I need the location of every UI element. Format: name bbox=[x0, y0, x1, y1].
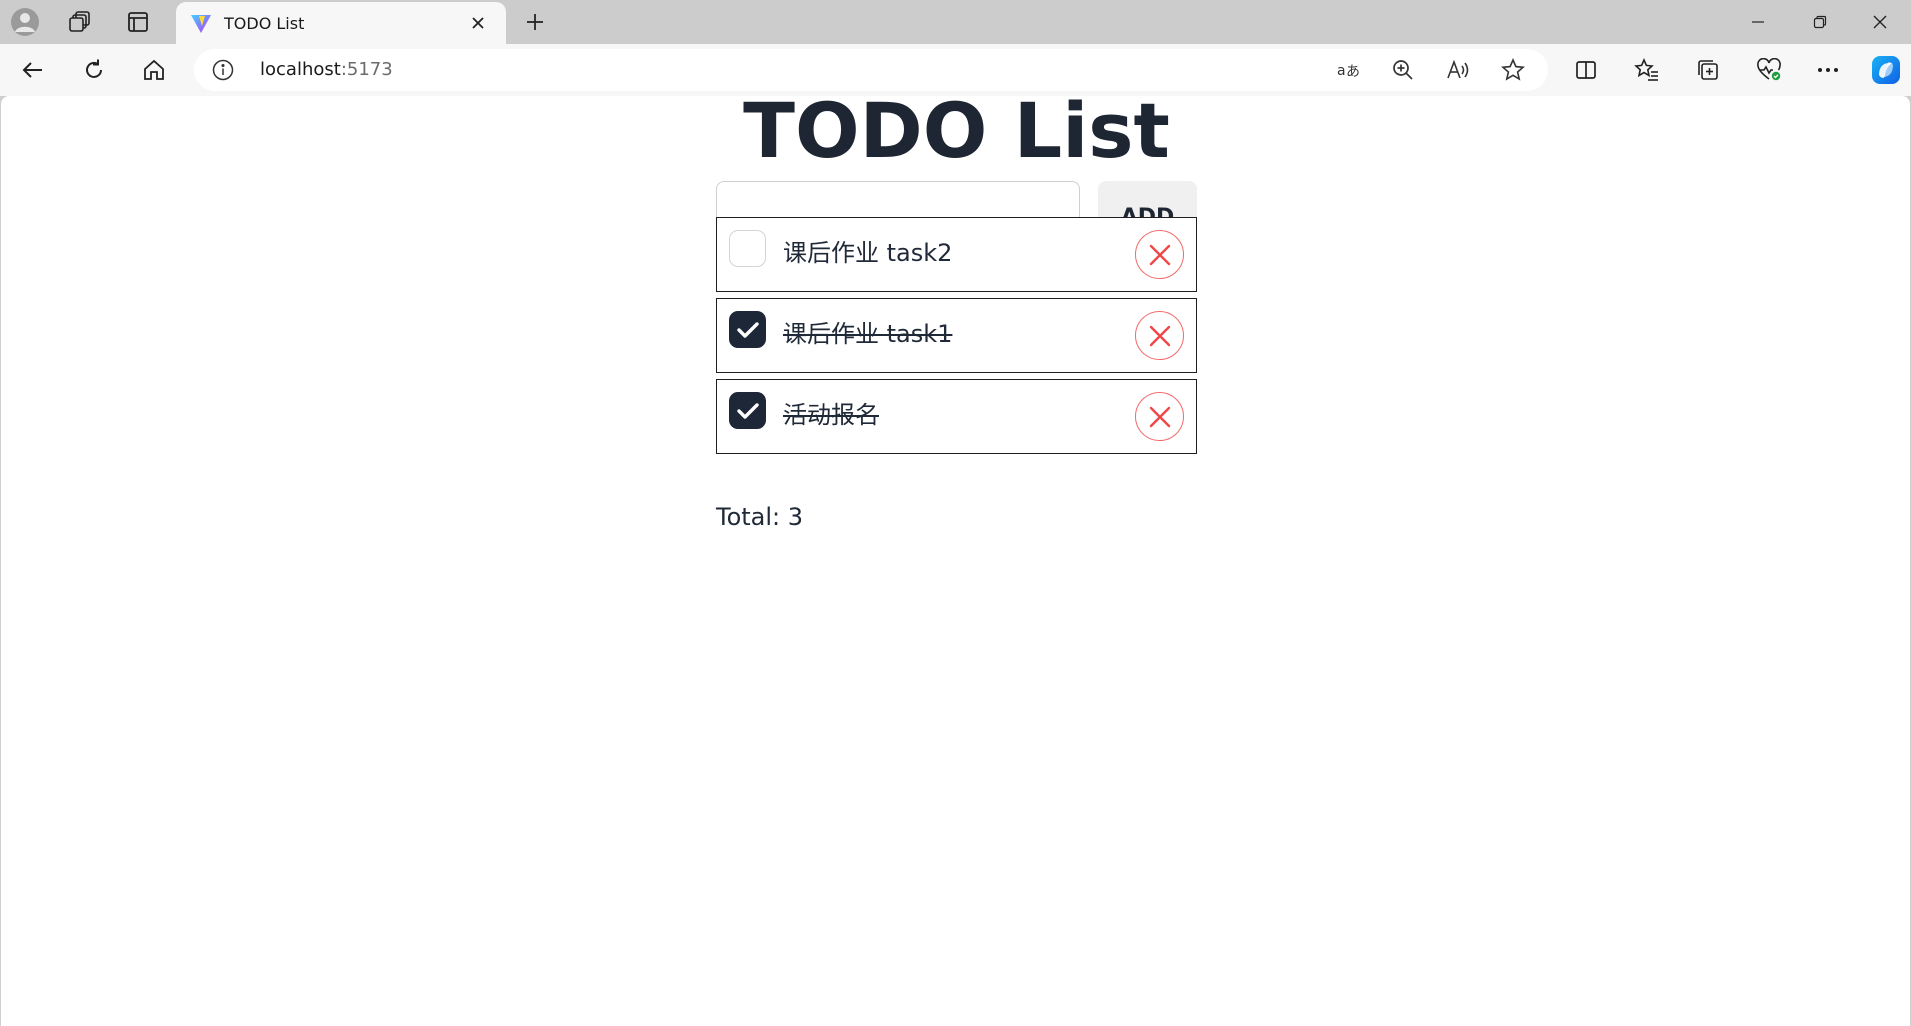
new-tab-button[interactable] bbox=[516, 5, 554, 39]
profile-button[interactable] bbox=[3, 5, 47, 39]
star-icon bbox=[1501, 58, 1525, 81]
checkmark-icon bbox=[736, 402, 759, 419]
zoom-button[interactable] bbox=[1386, 55, 1420, 85]
active-tab[interactable]: TODO List bbox=[176, 2, 506, 44]
svg-text:a: a bbox=[1337, 63, 1346, 79]
restore-icon bbox=[1813, 15, 1827, 29]
delete-todo-button[interactable] bbox=[1135, 230, 1184, 279]
page-title: TODO List bbox=[743, 86, 1170, 175]
restore-button[interactable] bbox=[1789, 0, 1851, 44]
split-screen-button[interactable] bbox=[1566, 51, 1606, 89]
workspaces-button[interactable] bbox=[58, 5, 102, 39]
page-viewport: TODO List ADD 课后作业 task2 课后作业 task1 bbox=[1, 86, 1910, 1026]
tab-actions-icon bbox=[128, 12, 148, 32]
read-aloud-icon bbox=[1447, 59, 1469, 79]
total-count: Total: 3 bbox=[716, 503, 804, 531]
close-window-icon bbox=[1873, 15, 1887, 29]
todo-text: 课后作业 task2 bbox=[783, 239, 953, 267]
minimize-icon bbox=[1752, 21, 1764, 23]
site-info-icon[interactable] bbox=[212, 59, 234, 81]
workspaces-icon bbox=[69, 11, 90, 32]
zoom-in-icon bbox=[1393, 60, 1413, 80]
translate-button[interactable]: a あ bbox=[1332, 55, 1366, 85]
home-button[interactable] bbox=[134, 51, 174, 89]
more-dots-icon bbox=[1818, 68, 1838, 72]
todo-item: 课后作业 task1 bbox=[716, 298, 1197, 373]
close-icon bbox=[1149, 244, 1170, 265]
todo-item: 活动报名 bbox=[716, 379, 1197, 454]
collections-button[interactable] bbox=[1688, 51, 1728, 89]
browser-essentials-button[interactable] bbox=[1749, 51, 1789, 89]
url-host: localhost bbox=[260, 59, 341, 80]
svg-text:あ: あ bbox=[1346, 64, 1360, 80]
translate-icon: a あ bbox=[1337, 63, 1360, 80]
todo-text: 课后作业 task1 bbox=[783, 320, 953, 348]
todo-checkbox[interactable] bbox=[729, 392, 766, 429]
heart-pulse-icon bbox=[1757, 58, 1781, 81]
vertical-tabs-button[interactable] bbox=[116, 5, 160, 39]
favorites-button[interactable] bbox=[1627, 51, 1667, 89]
tab-title: TODO List bbox=[224, 13, 305, 33]
close-icon bbox=[472, 17, 484, 29]
checkmark-icon bbox=[736, 321, 759, 338]
collections-icon bbox=[1698, 60, 1718, 80]
url-text[interactable]: localhost:5173 bbox=[260, 59, 393, 80]
split-screen-icon bbox=[1576, 61, 1596, 79]
plus-icon bbox=[527, 14, 543, 30]
back-button[interactable] bbox=[13, 51, 53, 89]
todo-checkbox[interactable] bbox=[729, 230, 766, 267]
more-menu-button[interactable] bbox=[1808, 51, 1848, 89]
refresh-button[interactable] bbox=[74, 51, 114, 89]
refresh-icon bbox=[86, 59, 102, 78]
url-port: :5173 bbox=[340, 59, 393, 80]
profile-icon bbox=[11, 8, 39, 36]
favorite-button[interactable] bbox=[1496, 55, 1530, 85]
todo-text: 活动报名 bbox=[783, 401, 879, 429]
delete-todo-button[interactable] bbox=[1135, 392, 1184, 441]
tab-close-button[interactable] bbox=[464, 9, 492, 37]
favorites-list-icon bbox=[1634, 58, 1658, 81]
todo-item: 课后作业 task2 bbox=[716, 217, 1197, 292]
copilot-icon bbox=[1872, 56, 1900, 84]
todo-checkbox[interactable] bbox=[729, 311, 766, 348]
back-arrow-icon bbox=[22, 62, 42, 78]
home-icon bbox=[144, 59, 164, 80]
close-icon bbox=[1149, 406, 1170, 427]
minimize-button[interactable] bbox=[1727, 0, 1789, 44]
vite-favicon-icon bbox=[191, 15, 211, 33]
delete-todo-button[interactable] bbox=[1135, 311, 1184, 360]
close-icon bbox=[1149, 325, 1170, 346]
read-aloud-button[interactable] bbox=[1441, 55, 1475, 85]
address-bar[interactable]: localhost:5173 a あ bbox=[194, 49, 1548, 91]
tab-strip: TODO List bbox=[0, 0, 1911, 44]
close-window-button[interactable] bbox=[1849, 0, 1911, 44]
copilot-button[interactable] bbox=[1866, 51, 1906, 89]
